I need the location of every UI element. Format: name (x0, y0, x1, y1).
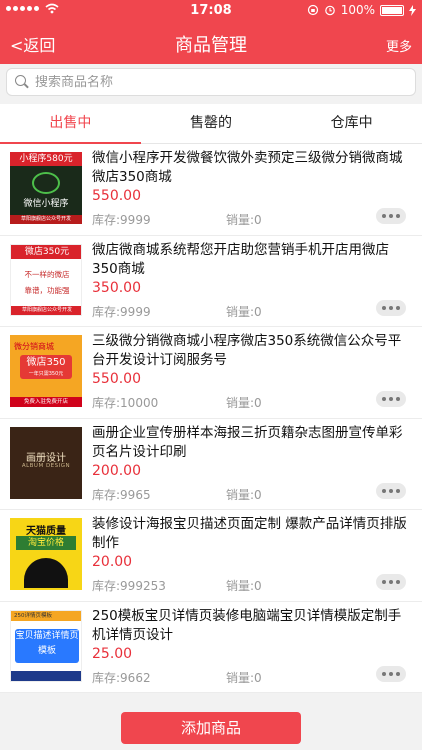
product-sales: 销量:0 (226, 670, 262, 685)
thumb-text: 微分销商城 (14, 342, 54, 351)
product-thumbnail[interactable]: 250详情页模板 宝贝描述详情页模板 (10, 609, 82, 682)
battery-percent: 100% (340, 3, 375, 17)
thumb-sub: 一年只需350元 (28, 371, 64, 377)
product-title[interactable]: 三级微分销微商城小程序微店350系统微信公众号平台开发设计订阅服务号 (92, 332, 414, 370)
bottom-bar: 添加商品 (0, 704, 422, 750)
product-sales: 销量:0 (226, 213, 262, 227)
tab-sold-out[interactable]: 售罄的 (141, 104, 282, 143)
product-stock: 库存:9999 (92, 213, 151, 227)
product-item[interactable]: 250详情页模板 宝贝描述详情页模板 250模板宝贝详情页装修电脑端宝贝详情模版… (0, 601, 422, 693)
product-item[interactable]: 微店350元 不一样的微店 靠谱，功能强 草阳旗舰店公众号开发 微店微商城系统帮… (0, 235, 422, 327)
charging-icon (409, 4, 416, 16)
status-right: 100% (307, 3, 416, 17)
product-stock: 库存:10000 (92, 396, 159, 410)
thumb-band: 小程序580元 (10, 152, 82, 166)
tab-on-sale[interactable]: 出售中 (0, 104, 141, 144)
thumb-footer: 免费入驻免费开店 (10, 397, 82, 407)
product-more-button[interactable] (376, 665, 406, 682)
thumb-footer (11, 670, 81, 681)
product-price: 25.00 (92, 645, 133, 662)
thumb-text: ALBUM DESIGN (21, 462, 71, 469)
product-more-button[interactable] (376, 574, 406, 590)
product-stock: 库存:9965 (92, 487, 151, 502)
thumb-text: 不一样的微店 (24, 269, 70, 279)
status-bar: 17:08 100% (0, 0, 422, 22)
product-more-button[interactable] (376, 482, 406, 499)
thumb-footer: 草阳旗舰店公众号开发 (11, 305, 81, 315)
product-title[interactable]: 装修设计海报宝贝描述页面定制 爆款产品详情页排版制作 (92, 515, 414, 553)
product-sales: 销量:0 (226, 396, 262, 410)
thumb-band: 250详情页模板 (11, 610, 81, 621)
product-thumbnail[interactable]: 微店350元 不一样的微店 靠谱，功能强 草阳旗舰店公众号开发 (10, 243, 82, 316)
nav-bar: <返回 商品管理 更多 (0, 22, 422, 64)
product-item[interactable]: 天猫质量 淘宝价格 装修设计海报宝贝描述页面定制 爆款产品详情页排版制作 20.… (0, 510, 422, 602)
search-box[interactable] (6, 68, 416, 96)
product-title[interactable]: 画册企业宣传册样本海报三折页籍杂志图册宣传单彩页名片设计印刷 (92, 424, 414, 462)
product-price: 200.00 (92, 462, 141, 479)
product-more-button[interactable] (376, 208, 406, 224)
product-thumbnail[interactable]: 小程序580元 微信小程序 草阳旗舰店公众号开发 (10, 152, 82, 224)
product-price: 550.00 (92, 188, 141, 204)
thumb-main: 微店350 (26, 357, 66, 368)
thumb-footer: 草阳旗舰店公众号开发 (10, 215, 82, 224)
product-thumbnail[interactable]: 天猫质量 淘宝价格 (10, 518, 82, 590)
product-title[interactable]: 微店微商城系统帮您开店助您营销手机开店用微店350商城 (92, 241, 414, 279)
product-sales: 销量:0 (226, 304, 262, 319)
product-stock: 库存:999253 (92, 579, 166, 593)
tab-bar: 出售中 售罄的 仓库中 (0, 104, 422, 144)
product-more-button[interactable] (376, 299, 406, 316)
thumb-text: 画册设计 (26, 452, 66, 464)
thumb-box: 微店350 一年只需350元 (20, 355, 72, 379)
rotation-lock-icon (307, 4, 318, 16)
thumb-text: 靠谱，功能强 (24, 285, 70, 295)
add-product-button[interactable]: 添加商品 (121, 712, 301, 744)
product-item[interactable]: 微分销商城 微店350 一年只需350元 免费入驻免费开店 三级微分销微商城小程… (0, 327, 422, 419)
page-title: 商品管理 (175, 35, 247, 56)
product-stock: 库存:9999 (92, 304, 151, 319)
thumb-text: 天猫质量 (26, 526, 66, 537)
product-title[interactable]: 微信小程序开发微餐饮微外卖预定三级微分销微商城微店350商城 (92, 149, 414, 187)
search-icon (15, 75, 29, 89)
thumb-text: 淘宝价格 (16, 536, 76, 550)
more-button[interactable]: 更多 (386, 36, 412, 55)
product-thumbnail[interactable]: 画册设计 ALBUM DESIGN (10, 426, 82, 499)
product-sales: 销量:0 (226, 579, 262, 593)
product-more-button[interactable] (376, 391, 406, 407)
product-item[interactable]: 小程序580元 微信小程序 草阳旗舰店公众号开发 微信小程序开发微餐饮微外卖预定… (0, 144, 422, 236)
alarm-icon (324, 5, 335, 16)
thumb-text: 微信小程序 (23, 199, 69, 209)
cat-mascot-icon (24, 558, 68, 588)
product-sales: 销量:0 (226, 487, 262, 502)
product-price: 20.00 (92, 554, 133, 570)
battery-icon (380, 4, 404, 16)
search-bar (0, 64, 422, 104)
tab-warehouse[interactable]: 仓库中 (281, 104, 422, 143)
product-price: 350.00 (92, 279, 141, 296)
product-stock: 库存:9662 (92, 670, 151, 685)
thumb-main: 宝贝描述详情页模板 (15, 628, 79, 663)
product-thumbnail[interactable]: 微分销商城 微店350 一年只需350元 免费入驻免费开店 (10, 335, 82, 407)
product-title[interactable]: 250模板宝贝详情页装修电脑端宝贝详情模版定制手机详情页设计 (92, 607, 414, 645)
thumb-band: 微店350元 (11, 244, 81, 259)
product-price: 550.00 (92, 371, 141, 387)
search-input[interactable] (35, 74, 395, 90)
wechat-logo-icon (32, 172, 60, 194)
product-list: 小程序580元 微信小程序 草阳旗舰店公众号开发 微信小程序开发微餐饮微外卖预定… (0, 144, 422, 704)
product-item[interactable]: 画册设计 ALBUM DESIGN 画册企业宣传册样本海报三折页籍杂志图册宣传单… (0, 418, 422, 510)
